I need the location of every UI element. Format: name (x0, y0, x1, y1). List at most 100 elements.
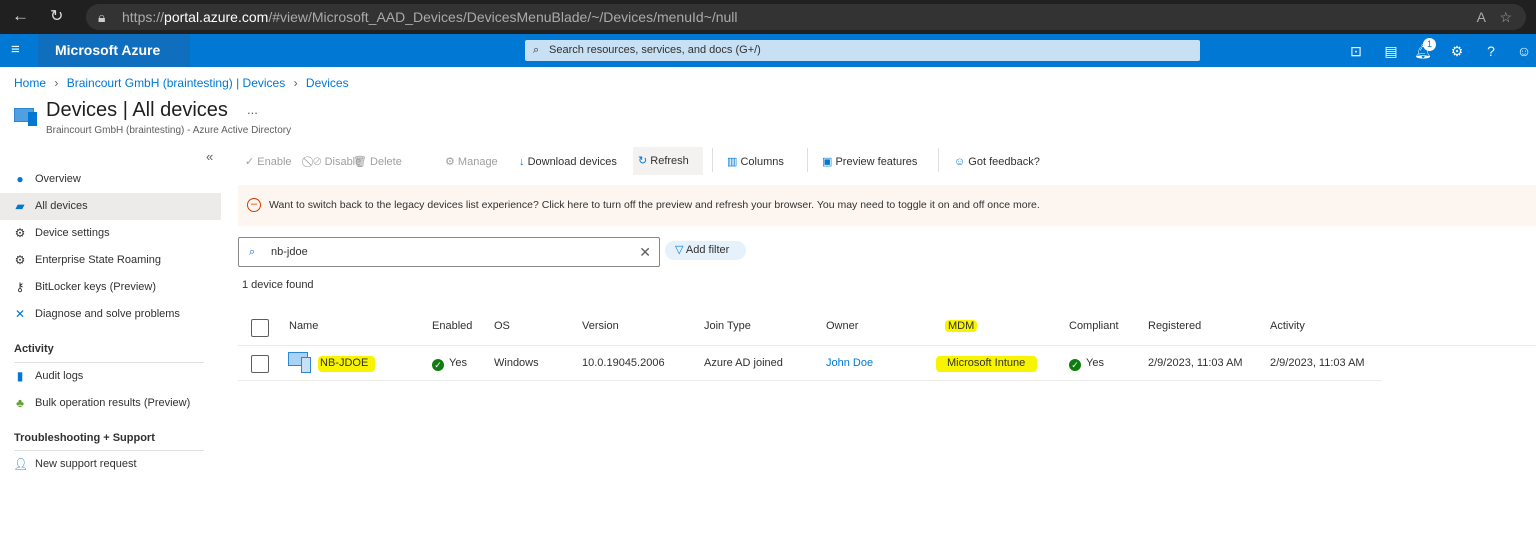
favorite-icon[interactable]: ☆ (1499, 4, 1512, 30)
breadcrumb: Home › Braincourt GmbH (braintesting) | … (14, 76, 349, 90)
result-count: 1 device found (242, 279, 314, 291)
lock-icon: 🔒︎ (98, 9, 106, 25)
menu-icon[interactable]: ≡ (11, 41, 20, 58)
info-icon: ● (16, 172, 24, 186)
row-checkbox[interactable] (251, 355, 269, 373)
trash-icon: 🗑︎ (353, 156, 371, 168)
gear-icon: ⚙ (14, 253, 26, 267)
delete-button[interactable]: 🗑︎ Delete (348, 150, 407, 174)
compliant-cell: ✓ Yes (1069, 357, 1104, 371)
clear-icon[interactable]: ✕ (639, 238, 651, 266)
column-header-join-type[interactable]: Join Type (704, 320, 751, 332)
help-icon[interactable]: ? (1482, 42, 1500, 60)
check-circle-icon: ✓ (432, 359, 444, 371)
legacy-banner[interactable]: – Want to switch back to the legacy devi… (238, 185, 1536, 226)
settings-icon[interactable]: ⚙ (1448, 42, 1466, 60)
enable-button[interactable]: ✓ Enable (240, 150, 297, 174)
sidebar-item-device-settings[interactable]: ⚙ Device settings (0, 220, 221, 247)
notification-badge: 1 (1423, 38, 1436, 51)
download-icon: ↓ (519, 156, 528, 168)
device-search-input[interactable]: ⌕ nb-jdoe ✕ (238, 237, 660, 267)
sidebar-item-enterprise-state-roaming[interactable]: ⚙ Enterprise State Roaming (0, 247, 221, 274)
column-header-compliant[interactable]: Compliant (1069, 320, 1119, 332)
page-subtitle: Braincourt GmbH (braintesting) - Azure A… (46, 125, 292, 136)
search-icon: ⌕ (249, 246, 256, 258)
column-header-owner[interactable]: Owner (826, 320, 858, 332)
gear-icon: ⚙ (445, 156, 458, 168)
collapse-sidebar-button[interactable]: « (206, 149, 213, 164)
log-icon: ▮ (16, 369, 24, 383)
sidebar-item-bulk-operations[interactable]: ♣ Bulk operation results (Preview) (0, 390, 221, 417)
portal-topbar: ≡ Microsoft Azure ⌕ Search resources, se… (0, 34, 1536, 67)
sidebar-item-all-devices[interactable]: ▰ All devices (0, 193, 221, 220)
registered-cell: 2/9/2023, 11:03 AM (1148, 357, 1243, 369)
bulk-icon: ♣ (16, 396, 24, 410)
feedback-icon: ☺ (954, 156, 969, 168)
column-header-version[interactable]: Version (582, 320, 619, 332)
filter-icon: ▽ (675, 244, 686, 256)
page-title: Devices | All devices (46, 99, 228, 121)
mdm-cell: Microsoft Intune (936, 356, 1038, 372)
wrench-icon: ✕ (14, 307, 26, 321)
check-circle-icon: ✓ (1069, 359, 1081, 371)
read-aloud-icon[interactable]: A (1477, 4, 1486, 30)
activity-cell: 2/9/2023, 11:03 AM (1270, 357, 1365, 369)
preview-features-button[interactable]: ▣ Preview features (817, 150, 922, 174)
sidebar-item-audit-logs[interactable]: ▮ Audit logs (0, 363, 221, 390)
download-devices-button[interactable]: ↓ Download devices (514, 150, 622, 174)
sidebar-heading-support: Troubleshooting + Support (14, 432, 155, 444)
check-icon: ✓ (245, 156, 258, 168)
devices-icon (14, 106, 38, 126)
breadcrumb-devices[interactable]: Devices (306, 76, 349, 90)
column-header-name[interactable]: Name (289, 320, 318, 332)
add-filter-button[interactable]: ▽ Add filter (665, 241, 746, 260)
column-header-mdm[interactable]: MDM (945, 320, 978, 332)
divider (938, 148, 939, 172)
refresh-button[interactable]: ↻ Refresh (633, 147, 703, 175)
owner-link[interactable]: John Doe (826, 357, 873, 369)
sidebar-item-new-support-request[interactable]: 👤︎ New support request (0, 451, 221, 478)
sidebar-heading-activity: Activity (14, 343, 54, 355)
divider (807, 148, 808, 172)
gear-icon: ⚙ (14, 226, 26, 240)
devices-icon: ▰ (15, 199, 25, 213)
select-all-checkbox[interactable] (251, 319, 269, 337)
preview-icon: ▣ (822, 156, 836, 168)
brand[interactable]: Microsoft Azure (38, 34, 190, 67)
disable-icon: ⃠ ⊘ (310, 156, 325, 168)
divider (712, 148, 713, 172)
cloud-shell-icon[interactable]: ⊡ (1347, 42, 1365, 60)
enabled-cell: ✓ Yes (432, 357, 467, 371)
directory-filter-icon[interactable]: ▤ (1382, 42, 1400, 60)
more-button[interactable]: ... (247, 102, 258, 117)
column-header-os[interactable]: OS (494, 320, 510, 332)
manage-button[interactable]: ⚙ Manage (440, 150, 503, 174)
info-minus-icon: – (247, 198, 261, 212)
sidebar-item-diagnose[interactable]: ✕ Diagnose and solve problems (0, 301, 221, 328)
key-icon: ⚷ (15, 280, 25, 294)
os-cell: Windows (494, 357, 539, 369)
support-icon: 👤︎ (13, 457, 29, 471)
column-header-enabled[interactable]: Enabled (432, 320, 472, 332)
browser-bar: ← ↻ 🔒︎ https://portal.azure.com/#view/Mi… (0, 0, 1536, 34)
version-cell: 10.0.19045.2006 (582, 357, 665, 369)
address-bar[interactable]: 🔒︎ https://portal.azure.com/#view/Micros… (86, 4, 1526, 30)
refresh-icon: ↻ (638, 155, 651, 167)
feedback-icon[interactable]: ☺ (1515, 42, 1533, 60)
back-icon[interactable]: ← (12, 6, 29, 26)
device-name-link[interactable]: NB-JDOE (318, 356, 376, 372)
columns-button[interactable]: ▥ Columns (722, 150, 789, 174)
sidebar-item-bitlocker-keys[interactable]: ⚷ BitLocker keys (Preview) (0, 274, 221, 301)
global-search-input[interactable]: ⌕ Search resources, services, and docs (… (525, 40, 1200, 61)
breadcrumb-home[interactable]: Home (14, 76, 46, 90)
column-header-activity[interactable]: Activity (1270, 320, 1305, 332)
columns-icon: ▥ (727, 156, 741, 168)
device-icon (288, 352, 314, 374)
column-header-registered[interactable]: Registered (1148, 320, 1201, 332)
search-icon: ⌕ (533, 44, 540, 56)
breadcrumb-tenant-devices[interactable]: Braincourt GmbH (braintesting) | Devices (67, 76, 286, 90)
reload-icon[interactable]: ↻ (50, 6, 63, 26)
join-type-cell: Azure AD joined (704, 357, 783, 369)
feedback-button[interactable]: ☺ Got feedback? (949, 150, 1045, 174)
sidebar-item-overview[interactable]: ● Overview (0, 166, 221, 193)
